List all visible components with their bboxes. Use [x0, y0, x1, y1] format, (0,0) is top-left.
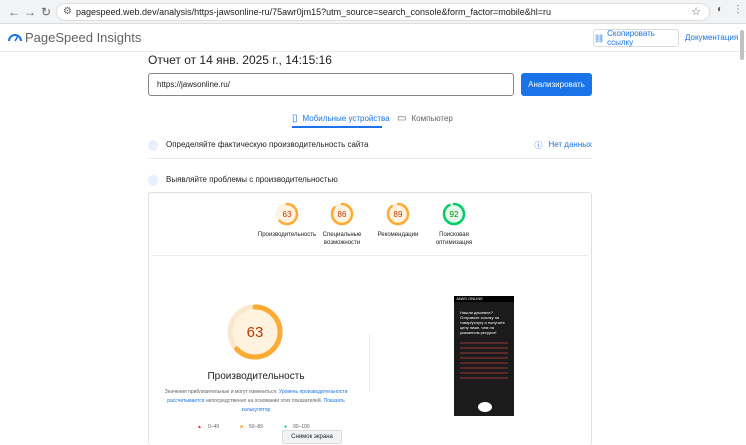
- score-label: Рекомендации: [377, 232, 419, 238]
- scrollbar-thumb[interactable]: [740, 30, 744, 60]
- triangle-icon: ▲: [197, 424, 202, 430]
- performance-title: Производительность: [207, 371, 305, 382]
- menu-kebab-icon[interactable]: ⋮: [733, 4, 743, 15]
- category-gauge[interactable]: 86 Специальные возможности: [312, 201, 372, 247]
- copy-link-label: Скопировать ссылку: [607, 29, 655, 47]
- divider: [152, 255, 588, 256]
- analyze-button[interactable]: Анализировать: [521, 73, 592, 96]
- active-tab-indicator: [292, 126, 382, 128]
- docs-link[interactable]: Документация: [685, 33, 738, 42]
- site-info-icon[interactable]: ⚙: [63, 6, 72, 17]
- score-label: Специальные возможности: [322, 232, 362, 246]
- laptop-icon: ▭: [397, 112, 407, 124]
- score-value: 89: [394, 210, 403, 219]
- note-text-b: непосредственно на основании этих показа…: [205, 398, 323, 404]
- copy-link-button[interactable]: ⛓ Скопировать ссылку: [593, 29, 679, 47]
- extension-icon[interactable]: ◐: [717, 4, 723, 15]
- score-value: 92: [450, 210, 459, 219]
- score-ring: 92: [442, 202, 466, 226]
- no-data-link[interactable]: ⓘ Нет данных: [534, 140, 592, 151]
- shark-logo-icon: [478, 402, 492, 412]
- legend-average: ■ 50–89: [240, 424, 263, 430]
- browser-toolbar: ← → ↻ ⚙ pagespeed.web.dev/analysis/https…: [0, 0, 746, 24]
- score-ring: 63: [275, 202, 299, 226]
- category-gauge[interactable]: 63 Производительность: [257, 201, 317, 239]
- performance-big-score: 63: [247, 324, 264, 341]
- no-data-label: Нет данных: [548, 140, 592, 149]
- tab-desktop[interactable]: ▭ Компьютер: [397, 109, 453, 127]
- screenshot-tooltip: Снимок экрана: [282, 430, 342, 444]
- back-icon[interactable]: ←: [6, 4, 22, 20]
- field-data-section: Определяйте фактическую производительнос…: [148, 135, 592, 159]
- performance-note: Значения приблизительные и могут изменит…: [161, 388, 351, 415]
- phone-icon: ▯: [292, 112, 298, 124]
- score-ring: 89: [386, 202, 410, 226]
- lab-data-heading: Выявляйте проблемы с производительностью: [166, 175, 338, 184]
- bookmark-star-icon[interactable]: ☆: [691, 5, 701, 18]
- score-ring: 86: [330, 202, 354, 226]
- address-text: pagespeed.web.dev/analysis/https-jawsonl…: [76, 7, 552, 17]
- people-icon: [148, 140, 158, 151]
- field-data-heading: Определяйте фактическую производительнос…: [166, 140, 369, 149]
- address-bar[interactable]: ⚙ pagespeed.web.dev/analysis/https-jawso…: [56, 3, 710, 21]
- url-input[interactable]: https://jawsonline.ru/: [148, 73, 514, 96]
- screenshot-headline: Нашли дешевле? Отправьте ссылку на товар…: [460, 310, 505, 335]
- screenshot-body: [454, 335, 514, 386]
- page-screenshot[interactable]: JAWS ONLINE Нашли дешевле? Отправьте ссы…: [454, 296, 514, 416]
- pagespeed-logo-icon: [8, 34, 22, 42]
- category-gauge[interactable]: 92 Поисковая оптимизация: [424, 201, 484, 247]
- link-icon: ⛓: [594, 33, 605, 43]
- score-value: 63: [283, 210, 292, 219]
- info-icon: ⓘ: [534, 141, 543, 150]
- score-label: Поисковая оптимизация: [435, 232, 473, 246]
- tab-mobile-label: Мобильные устройства: [302, 113, 390, 123]
- legend-bad: ▲ 0–49: [197, 424, 219, 430]
- performance-big-gauge: 63: [227, 304, 283, 360]
- lab-data-section: Выявляйте проблемы с производительностью: [148, 170, 592, 194]
- brand-name: PageSpeed Insights: [25, 30, 142, 45]
- forward-icon[interactable]: →: [22, 4, 38, 20]
- vertical-divider: [369, 334, 370, 392]
- score-label: Производительность: [257, 232, 317, 238]
- tab-desktop-label: Компьютер: [411, 113, 453, 123]
- diagnose-icon: [148, 175, 158, 186]
- legend-avg-label: 50–89: [249, 424, 263, 430]
- category-gauge[interactable]: 89 Рекомендации: [368, 201, 428, 239]
- note-text-a: Значения приблизительные и могут изменит…: [164, 389, 278, 395]
- tab-mobile[interactable]: ▯ Мобильные устройства: [292, 109, 390, 127]
- report-title: Отчет от 14 янв. 2025 г., 14:15:16: [148, 53, 332, 67]
- reload-icon[interactable]: ↻: [38, 4, 54, 20]
- square-icon: ■: [240, 424, 244, 430]
- score-value: 86: [338, 210, 347, 219]
- app-header: PageSpeed Insights ⛓ Скопировать ссылку …: [0, 24, 746, 52]
- legend-bad-label: 0–49: [207, 424, 220, 430]
